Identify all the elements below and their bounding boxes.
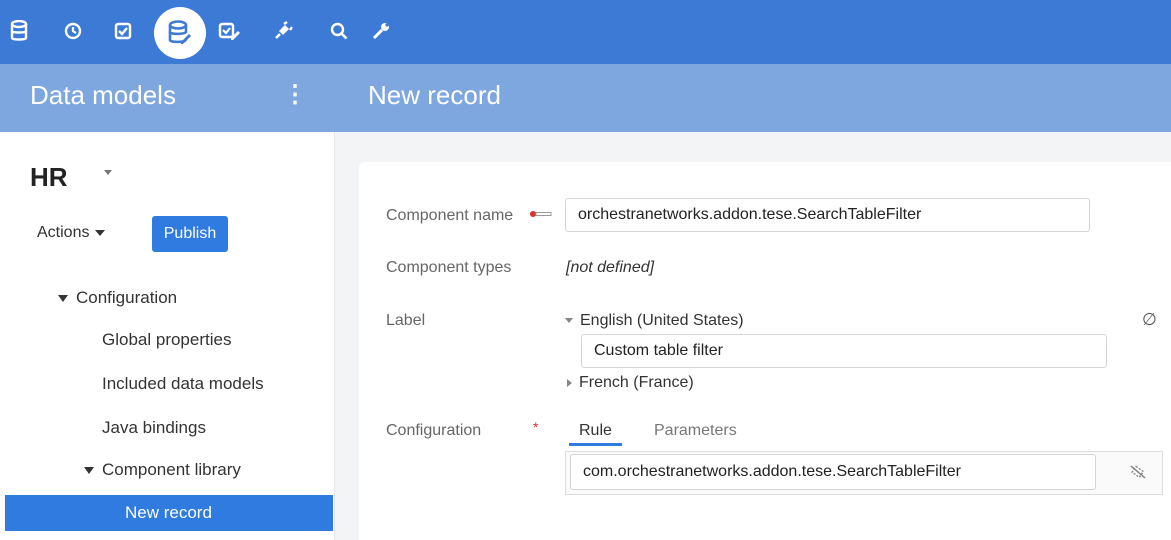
- component-types-label: Component types: [386, 259, 512, 276]
- lang-french-toggle[interactable]: French (France): [567, 374, 694, 392]
- data-models-title: Data models: [30, 80, 176, 110]
- model-dropdown-caret-icon[interactable]: [104, 170, 112, 175]
- checklist-edit-icon[interactable]: [214, 16, 244, 46]
- actions-menu[interactable]: Actions: [37, 224, 106, 242]
- top-toolbar: [0, 0, 1171, 64]
- tree-item-included-data-models[interactable]: Included data models: [102, 366, 264, 402]
- search-icon[interactable]: [324, 16, 354, 46]
- collapse-triangle-icon: [565, 318, 573, 324]
- component-types-value: [not defined]: [566, 259, 655, 276]
- clock-icon[interactable]: [58, 16, 88, 46]
- clear-eraser-icon[interactable]: [1129, 464, 1147, 485]
- kebab-menu-icon[interactable]: ⋮: [283, 80, 307, 114]
- tree-item-configuration[interactable]: Configuration: [58, 280, 177, 316]
- expand-triangle-icon[interactable]: [84, 467, 94, 475]
- publish-button[interactable]: Publish: [152, 216, 228, 252]
- database-icon[interactable]: [4, 16, 34, 46]
- component-name-field[interactable]: orchestranetworks.addon.tese.SearchTable…: [565, 198, 1090, 232]
- null-value-icon[interactable]: ∅: [1142, 310, 1157, 330]
- expand-triangle-icon[interactable]: [58, 295, 68, 303]
- key-icon: [529, 207, 553, 225]
- caret-down-icon: [95, 229, 106, 236]
- lang-french-label: French (France): [579, 374, 694, 391]
- tree-item-java-bindings[interactable]: Java bindings: [102, 410, 206, 446]
- main-panel: Component name orchestranetworks.addon.t…: [335, 132, 1171, 540]
- required-asterisk: *: [533, 419, 539, 435]
- page-title: New record: [368, 80, 501, 110]
- tree-item-label: Component library: [102, 460, 241, 479]
- english-label-field[interactable]: Custom table filter: [581, 334, 1107, 368]
- sidebar: HR Actions Publish Configuration Global …: [0, 132, 335, 540]
- model-name: HR: [30, 162, 68, 192]
- wrench-icon[interactable]: [366, 16, 396, 46]
- tree-item-component-library[interactable]: Component library: [84, 452, 241, 488]
- title-bar: Data models ⋮ New record: [0, 64, 1171, 132]
- tree-item-label: Configuration: [76, 288, 178, 307]
- tree-item-label: New record: [125, 503, 212, 522]
- data-model-icon[interactable]: [154, 7, 206, 59]
- expand-triangle-icon: [567, 378, 572, 387]
- checkbox-icon[interactable]: [108, 16, 138, 46]
- rule-class-field[interactable]: com.orchestranetworks.addon.tese.SearchT…: [570, 454, 1096, 490]
- tab-rule[interactable]: Rule: [569, 416, 622, 446]
- component-name-label: Component name: [386, 207, 514, 224]
- tree-item-new-record[interactable]: New record: [5, 495, 333, 531]
- plugin-icon[interactable]: [268, 16, 298, 46]
- tree-item-global-properties[interactable]: Global properties: [102, 322, 231, 358]
- tab-parameters[interactable]: Parameters: [654, 416, 737, 446]
- configuration-label: Configuration: [386, 422, 482, 439]
- label-label: Label: [386, 312, 426, 329]
- record-form: Component name orchestranetworks.addon.t…: [359, 162, 1171, 540]
- actions-label: Actions: [37, 224, 90, 241]
- lang-english-toggle[interactable]: English (United States): [565, 312, 744, 330]
- lang-english-label: English (United States): [580, 312, 744, 329]
